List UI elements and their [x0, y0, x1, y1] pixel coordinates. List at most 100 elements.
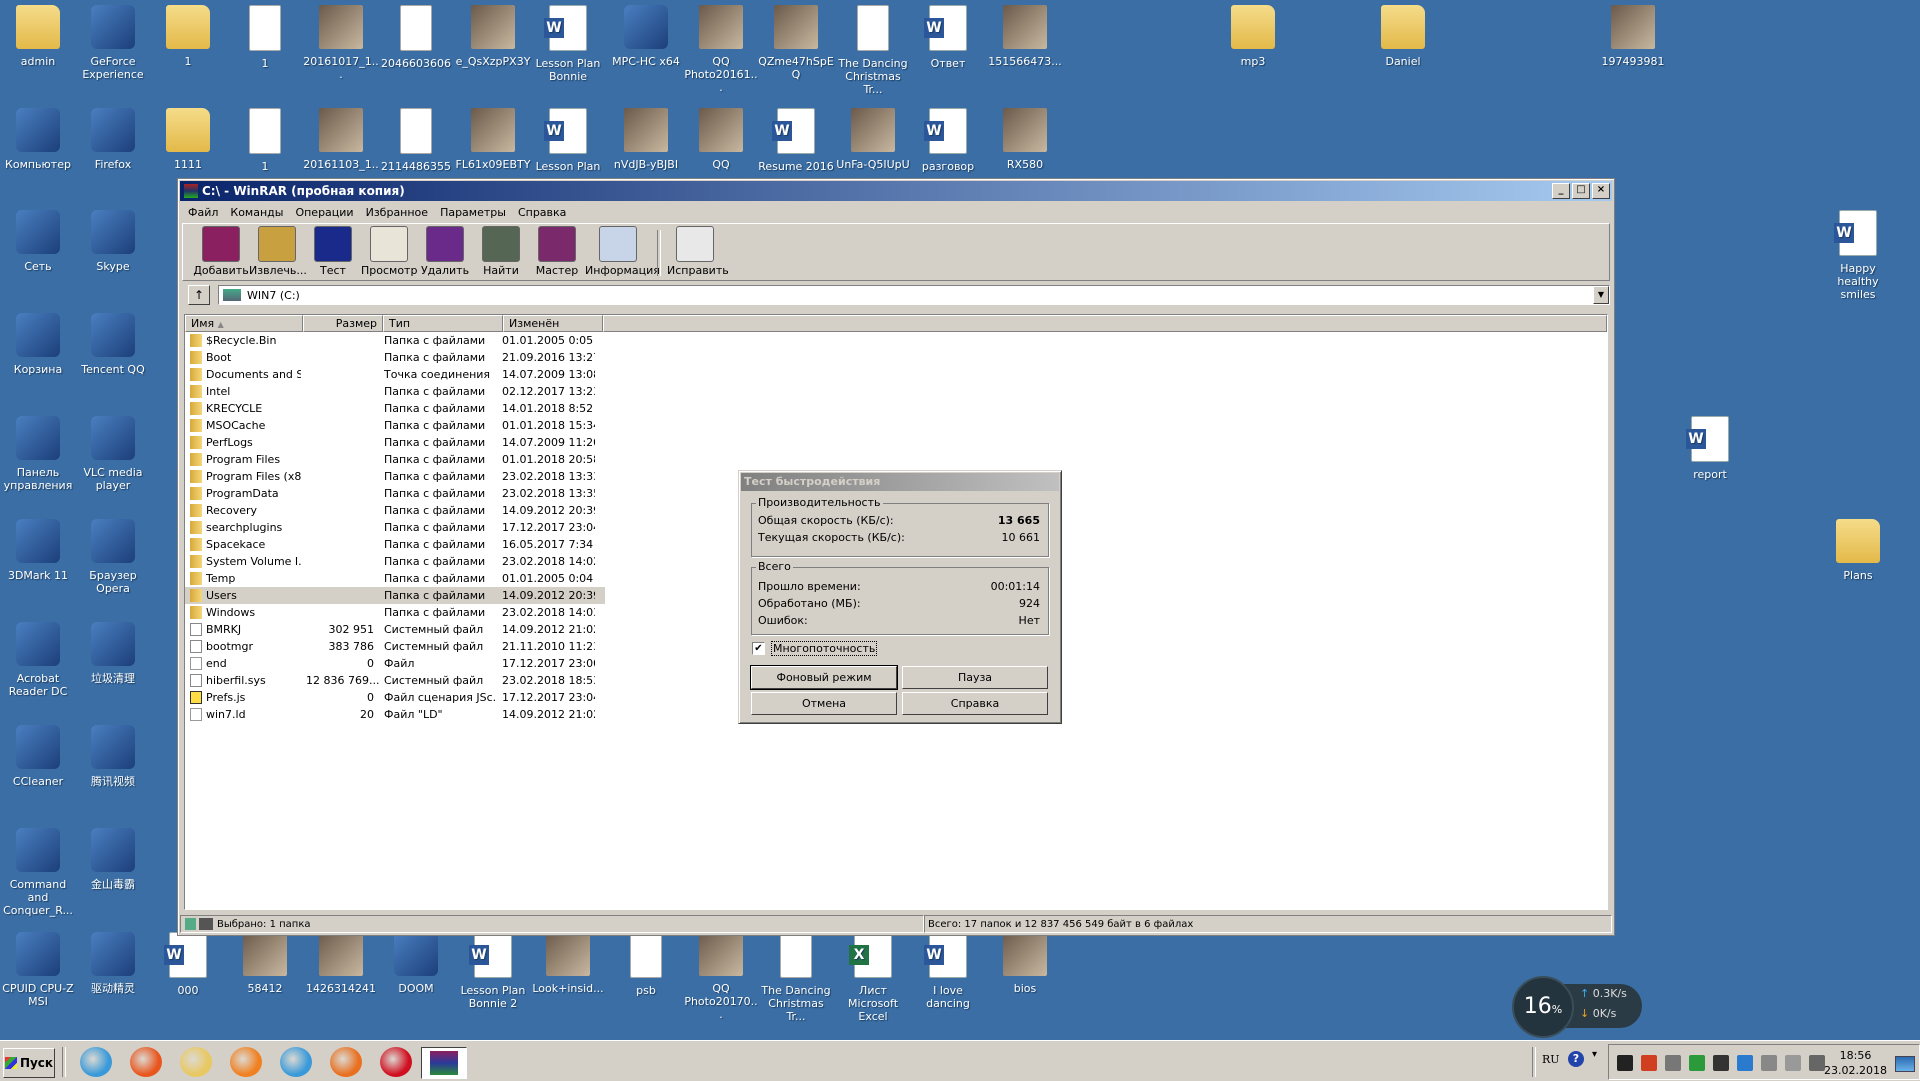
desktop-icon[interactable]: The Dancing Christmas Tr...	[835, 5, 911, 96]
desktop-icon[interactable]: Lesson Plan Bonnie 2	[455, 932, 531, 1010]
desktop-icon[interactable]: QQ	[683, 108, 759, 171]
taskbar-internet-explorer-icon[interactable]	[80, 1047, 112, 1077]
cpu-network-widget[interactable]: ↑ 0.3K/s ↓ 0K/s 16%	[1512, 976, 1642, 1038]
tray-usb-safe-remove-icon[interactable]	[1665, 1055, 1681, 1071]
multithreading-checkbox[interactable]: ✔ Многопоточность	[752, 641, 878, 656]
desktop-icon[interactable]: Ответ	[910, 5, 986, 70]
toolbar-button-test[interactable]: Тест	[305, 226, 361, 280]
file-row[interactable]: Boot Папка с файлами 21.09.2016 13:27	[185, 349, 1607, 366]
desktop-icon[interactable]: 2046603606	[378, 5, 454, 70]
file-row[interactable]: MSOCache Папка с файлами 01.01.2018 15:34	[185, 417, 1607, 434]
taskbar-file-explorer-icon[interactable]	[180, 1047, 212, 1077]
desktop-icon[interactable]: Браузер Opera	[75, 519, 151, 595]
menu-operations[interactable]: Операции	[289, 206, 359, 219]
desktop-icon[interactable]: 垃圾清理	[75, 622, 151, 685]
desktop-icon[interactable]: nVdJB-yBJBI	[608, 108, 684, 171]
language-indicator[interactable]: RU	[1542, 1053, 1560, 1066]
desktop-icon[interactable]: RX580	[987, 108, 1063, 171]
desktop-icon[interactable]: Компьютер	[0, 108, 76, 171]
taskbar-3dmark-icon[interactable]	[230, 1047, 262, 1077]
desktop-icon[interactable]: Daniel	[1365, 5, 1441, 68]
menu-commands[interactable]: Команды	[224, 206, 289, 219]
tray-ccleaner-icon[interactable]	[1641, 1055, 1657, 1071]
desktop-icon[interactable]: Happy healthy smiles	[1820, 210, 1896, 301]
desktop-icon[interactable]: разговор	[910, 108, 986, 173]
desktop-icon[interactable]: report	[1672, 416, 1748, 481]
desktop-icon[interactable]: Сеть	[0, 210, 76, 273]
desktop-icon[interactable]: Firefox	[75, 108, 151, 171]
desktop-icon[interactable]: Панель управления	[0, 416, 76, 492]
status-drive-icon[interactable]	[185, 918, 213, 930]
desktop-icon[interactable]: Skype	[75, 210, 151, 273]
column-type[interactable]: Тип	[383, 315, 503, 332]
desktop-icon[interactable]: Command and Conquer_R...	[0, 828, 76, 917]
desktop-icon[interactable]: 2114486355	[378, 108, 454, 173]
desktop-icon[interactable]: VLC media player	[75, 416, 151, 492]
tray-nvidia-icon[interactable]	[1617, 1055, 1633, 1071]
menu-file[interactable]: Файл	[182, 206, 224, 219]
menu-favorites[interactable]: Избранное	[360, 206, 434, 219]
up-folder-button[interactable]: ↑	[188, 285, 210, 305]
desktop-icon[interactable]: 1111	[150, 108, 226, 171]
background-mode-button[interactable]: Фоновый режим	[750, 665, 898, 690]
tray-network-icon[interactable]	[1809, 1055, 1825, 1071]
desktop-icon[interactable]: The Dancing Christmas Tr...	[758, 932, 834, 1023]
minimize-button[interactable]: _	[1552, 183, 1570, 199]
menu-options[interactable]: Параметры	[434, 206, 512, 219]
file-row[interactable]: Users Папка с файлами 14.09.2012 20:39	[185, 587, 605, 604]
start-button[interactable]: Пуск	[3, 1048, 55, 1078]
desktop-icon[interactable]: e_QsXzpPX3Y	[455, 5, 531, 68]
toolbar-button-repair[interactable]: Исправить	[667, 226, 729, 280]
desktop-icon[interactable]: 驱动精灵	[75, 932, 151, 995]
taskbar-firefox-icon[interactable]	[130, 1047, 162, 1077]
desktop-icon[interactable]: QQ Photo20161...	[683, 5, 759, 94]
desktop-icon[interactable]: UnFa-Q5IUpU	[835, 108, 911, 171]
desktop-icon[interactable]: DOOM	[378, 932, 454, 995]
desktop-icon[interactable]: CPUID CPU-Z MSI	[0, 932, 76, 1008]
desktop-icon[interactable]: I love dancing	[910, 932, 986, 1010]
address-input[interactable]: WIN7 (C:) ▼	[218, 285, 1610, 305]
desktop-icon[interactable]: Lesson Plan	[530, 108, 606, 173]
toolbar-button-extract[interactable]: Извлечь...	[249, 226, 307, 280]
desktop-icon[interactable]: 1	[227, 108, 303, 173]
desktop-icon[interactable]: admin	[0, 5, 76, 68]
desktop-icon[interactable]: QZme47hSpEQ	[758, 5, 834, 81]
help-icon[interactable]: ?	[1568, 1051, 1584, 1067]
help-button[interactable]: Справка	[902, 692, 1048, 715]
desktop-icon[interactable]: 151566473...	[987, 5, 1063, 68]
desktop-icon[interactable]: Look+insid...	[530, 932, 606, 995]
maximize-button[interactable]: □	[1572, 183, 1590, 199]
desktop-icon[interactable]: 3DMark 11	[0, 519, 76, 582]
desktop-icon[interactable]: bios	[987, 932, 1063, 995]
desktop-icon[interactable]: Tencent QQ	[75, 313, 151, 376]
desktop-icon[interactable]: mp3	[1215, 5, 1291, 68]
menu-help[interactable]: Справка	[512, 206, 572, 219]
desktop-icon[interactable]: 197493981	[1595, 5, 1671, 68]
desktop-icon[interactable]: 1426314241	[303, 932, 379, 995]
benchmark-title[interactable]: Тест быстродействия	[741, 473, 1059, 491]
desktop-icon[interactable]: 金山毒霸	[75, 828, 151, 891]
file-row[interactable]: Documents and S... Точка соединения 14.07.…	[185, 366, 1607, 383]
desktop-icon[interactable]: 1	[227, 5, 303, 70]
tray-music-icon[interactable]	[1689, 1055, 1705, 1071]
taskbar-cheetah-browser-icon[interactable]	[330, 1047, 362, 1077]
tray-kingsoft-icon[interactable]	[1737, 1055, 1753, 1071]
taskbar-winrar-icon[interactable]	[421, 1047, 467, 1079]
checkmark-icon[interactable]: ✔	[752, 642, 765, 655]
taskbar-internet-explorer-2-icon[interactable]	[280, 1047, 312, 1077]
desktop-icon[interactable]: Acrobat Reader DC	[0, 622, 76, 698]
pause-button[interactable]: Пауза	[902, 666, 1048, 689]
close-button[interactable]: ×	[1592, 183, 1610, 199]
desktop-icon[interactable]: 20161017_1...	[303, 5, 379, 81]
column-size[interactable]: Размер	[303, 315, 383, 332]
file-row[interactable]: Program Files Папка с файлами 01.01.2018 2…	[185, 451, 1607, 468]
file-row[interactable]: KRECYCLE Папка с файлами 14.01.2018 8:52	[185, 400, 1607, 417]
desktop-icon[interactable]: CCleaner	[0, 725, 76, 788]
desktop-icon[interactable]: 腾讯视频	[75, 725, 151, 788]
clock[interactable]: 18:56 23.02.2018	[1824, 1048, 1887, 1078]
desktop-icon[interactable]: Lesson Plan Bonnie	[530, 5, 606, 83]
file-row[interactable]: $Recycle.Bin Папка с файлами 01.01.2005 0:…	[185, 332, 1607, 349]
address-dropdown-button[interactable]: ▼	[1593, 286, 1609, 304]
tray-volume-icon[interactable]	[1761, 1055, 1777, 1071]
desktop-icon[interactable]: MPC-HC x64	[608, 5, 684, 68]
